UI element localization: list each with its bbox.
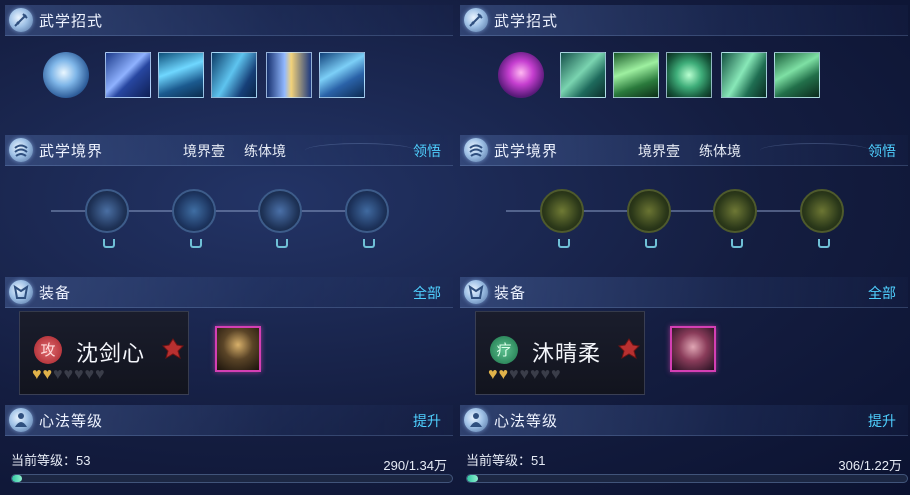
- martial-core-icon[interactable]: [498, 52, 544, 98]
- realm-title: 武学境界: [494, 143, 559, 160]
- character-card[interactable]: 疗 沐晴柔 ♥♥♥♥♥♥♥: [475, 311, 645, 395]
- upgrade-link[interactable]: 提升: [413, 411, 441, 431]
- sword-icon: [464, 8, 488, 32]
- swirl-icon: [464, 138, 488, 162]
- realm-node-2[interactable]: [172, 189, 216, 248]
- skills-title: 武学招式: [494, 13, 559, 30]
- comprehend-link[interactable]: 领悟: [413, 141, 441, 161]
- exp-progress-bar: [11, 474, 453, 483]
- right-panel: 武学招式 武学境界 境界壹 练体境 领悟 装备 全部 疗 沐晴柔 ♥♥♥♥♥♥♥…: [460, 0, 910, 495]
- skill-slot-1[interactable]: [560, 52, 606, 98]
- current-level: 当前等级：53: [11, 453, 91, 468]
- skill-slot-3[interactable]: [211, 52, 257, 98]
- lock-icon: [103, 239, 115, 248]
- character-name: 沈剑心: [76, 341, 146, 366]
- realm-node-1[interactable]: [540, 189, 584, 248]
- equip-header: 装备 全部: [460, 277, 908, 308]
- realm-header: 武学境界 境界壹 练体境 领悟: [460, 135, 908, 166]
- cultivator-icon: [9, 408, 33, 432]
- realm-node-3[interactable]: [713, 189, 757, 248]
- skill-slot-4[interactable]: [721, 52, 767, 98]
- star-rating: ♥♥♥♥♥♥♥: [32, 366, 106, 383]
- realm-level: 境界壹: [183, 143, 225, 159]
- realm-node-4[interactable]: [800, 189, 844, 248]
- exp-value: 290/1.34万: [383, 458, 447, 473]
- exp-value: 306/1.22万: [838, 458, 902, 473]
- heart-method-title: 心法等级: [494, 413, 559, 430]
- realm-node-1[interactable]: [85, 189, 129, 248]
- lock-icon: [363, 239, 375, 248]
- skill-slot-2[interactable]: [613, 52, 659, 98]
- attack-badge: 攻: [34, 336, 62, 364]
- skills-header: 武学招式: [460, 5, 908, 36]
- equip-title: 装备: [39, 285, 72, 302]
- lock-icon: [558, 239, 570, 248]
- skill-slot-2[interactable]: [158, 52, 204, 98]
- lock-icon: [731, 239, 743, 248]
- martial-core-icon[interactable]: [43, 52, 89, 98]
- realm-node-2[interactable]: [627, 189, 671, 248]
- heart-method-header: 心法等级 提升: [5, 405, 453, 436]
- lock-icon: [190, 239, 202, 248]
- realm-title: 武学境界: [39, 143, 104, 160]
- skill-slot-1[interactable]: [105, 52, 151, 98]
- swirl-icon: [9, 138, 33, 162]
- realm-node-4[interactable]: [345, 189, 389, 248]
- heart-method-title: 心法等级: [39, 413, 104, 430]
- heart-method-header: 心法等级 提升: [460, 405, 908, 436]
- realm-name: 练体境: [244, 143, 286, 159]
- all-equipment-link[interactable]: 全部: [868, 283, 896, 303]
- skill-row: [5, 50, 453, 100]
- decorative-swirl: [305, 143, 415, 158]
- skill-row: [460, 50, 908, 100]
- realm-level: 境界壹: [638, 143, 680, 159]
- armor-icon: [9, 280, 33, 304]
- lock-icon: [645, 239, 657, 248]
- heal-badge: 疗: [490, 336, 518, 364]
- character-card[interactable]: 攻 沈剑心 ♥♥♥♥♥♥♥: [19, 311, 189, 395]
- current-level: 当前等级：51: [466, 453, 546, 468]
- cultivator-icon: [464, 408, 488, 432]
- exp-progress-fill: [12, 475, 22, 482]
- equipment-slot[interactable]: [215, 326, 261, 372]
- skill-slot-5[interactable]: [319, 52, 365, 98]
- armor-icon: [464, 280, 488, 304]
- lock-icon: [276, 239, 288, 248]
- flower-icon: [161, 338, 185, 360]
- skill-slot-4[interactable]: [266, 52, 312, 98]
- exp-progress-fill: [467, 475, 478, 482]
- all-equipment-link[interactable]: 全部: [413, 283, 441, 303]
- left-panel: 武学招式 武学境界 境界壹 练体境 领悟 装备 全部 攻 沈剑心 ♥♥♥♥♥♥♥…: [5, 0, 455, 495]
- realm-name: 练体境: [699, 143, 741, 159]
- decorative-swirl: [760, 143, 870, 158]
- comprehend-link[interactable]: 领悟: [868, 141, 896, 161]
- skills-header: 武学招式: [5, 5, 453, 36]
- equip-header: 装备 全部: [5, 277, 453, 308]
- upgrade-link[interactable]: 提升: [868, 411, 896, 431]
- equip-title: 装备: [494, 285, 527, 302]
- exp-progress-bar: [466, 474, 908, 483]
- lock-icon: [818, 239, 830, 248]
- character-name: 沐晴柔: [532, 341, 602, 366]
- realm-header: 武学境界 境界壹 练体境 领悟: [5, 135, 453, 166]
- skills-title: 武学招式: [39, 13, 104, 30]
- flower-icon: [617, 338, 641, 360]
- equipment-slot[interactable]: [670, 326, 716, 372]
- skill-slot-5[interactable]: [774, 52, 820, 98]
- skill-slot-3[interactable]: [666, 52, 712, 98]
- sword-icon: [9, 8, 33, 32]
- realm-node-3[interactable]: [258, 189, 302, 248]
- star-rating: ♥♥♥♥♥♥♥: [488, 366, 562, 383]
